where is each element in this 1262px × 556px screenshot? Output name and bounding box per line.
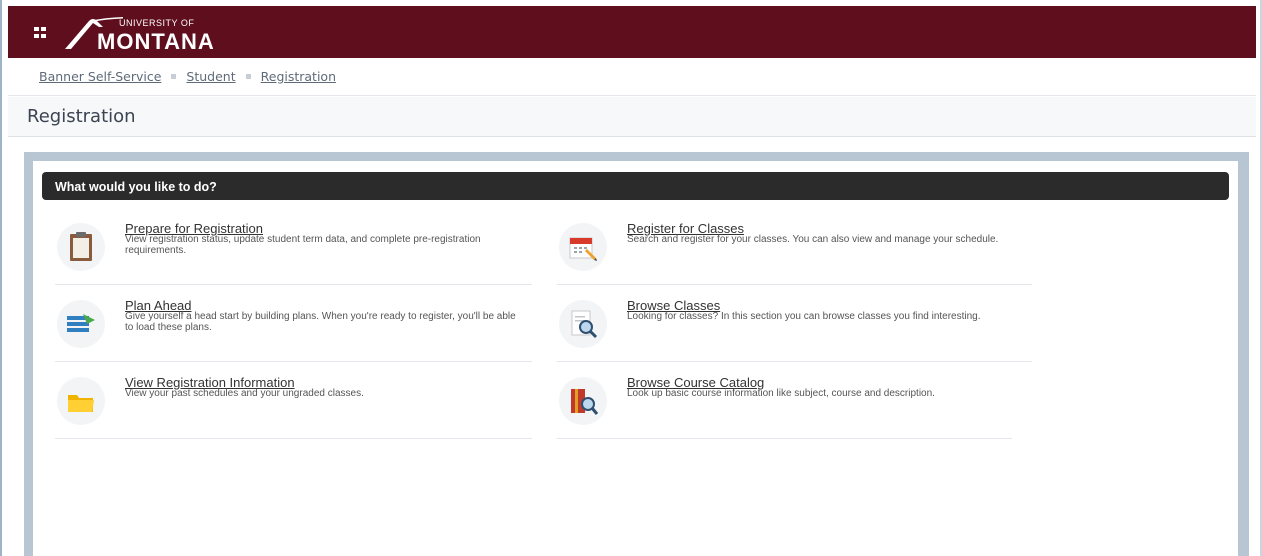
menu-item-browse-course-catalog[interactable]: Browse Course Catalog Look up basic cour… [557,363,1012,439]
top-bar: UNIVERSITY OF MONTANA [8,6,1256,58]
menu-item-view-registration-information[interactable]: View Registration Information View your … [55,363,532,439]
menu-item-description: Looking for classes? In this section you… [627,311,981,322]
page-title: Registration [27,106,136,127]
folder-icon [57,377,105,425]
breadcrumb-banner-self-service[interactable]: Banner Self-Service [39,69,161,84]
breadcrumb: Banner Self-Service Student Registration [8,58,1256,96]
panel-heading: What would you like to do? [55,180,217,194]
app-menu-icon[interactable] [34,27,46,38]
content-panel: What would you like to do? Prepare for R… [33,161,1238,556]
content-panel-border: What would you like to do? Prepare for R… [24,152,1249,556]
breadcrumb-registration[interactable]: Registration [261,69,336,84]
menu-item-description: View registration status, update student… [125,234,481,256]
plan-list-icon [57,300,105,348]
menu-item-description: Look up basic course information like su… [627,388,935,399]
panel-header: What would you like to do? [42,172,1229,200]
calendar-pencil-icon [559,223,607,271]
book-search-icon [559,377,607,425]
clipboard-icon [57,223,105,271]
breadcrumb-separator [245,74,251,79]
app-window: UNIVERSITY OF MONTANA Banner Self-Servic… [0,0,1262,556]
menu-item-register-for-classes[interactable]: Register for Classes Search and register… [557,209,1032,285]
menu-item-description: View your past schedules and your ungrad… [125,388,364,399]
university-logo[interactable]: UNIVERSITY OF MONTANA [63,15,233,54]
menu-item-description: Search and register for your classes. Yo… [627,234,999,245]
menu-item-description: Give yourself a head start by building p… [125,311,516,333]
page-title-bar: Registration [8,97,1256,137]
breadcrumb-student[interactable]: Student [186,69,235,84]
breadcrumb-separator [171,74,177,79]
menu-item-browse-classes[interactable]: Browse Classes Looking for classes? In t… [557,286,1032,362]
logo-subtitle: UNIVERSITY OF [119,18,195,28]
menu-item-plan-ahead[interactable]: Plan Ahead Give yourself a head start by… [55,286,532,362]
menu-item-prepare-for-registration[interactable]: Prepare for Registration View registrati… [55,209,532,285]
logo-title: MONTANA [97,29,215,54]
document-search-icon [559,300,607,348]
